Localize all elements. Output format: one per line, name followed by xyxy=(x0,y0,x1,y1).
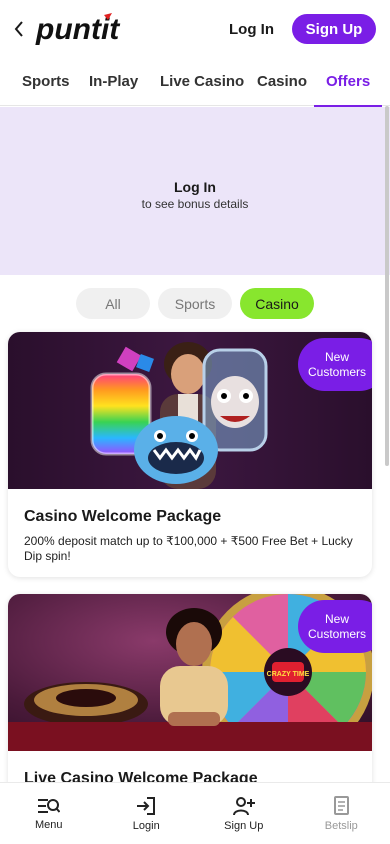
login-prompt-banner[interactable]: Log In to see bonus details xyxy=(0,107,390,275)
offer-description: 200% deposit match up to ₹100,000 + ₹500… xyxy=(24,534,353,563)
puntit-logo: puntit xyxy=(35,13,121,46)
badge-line-2: Customers xyxy=(307,364,366,379)
tab-in-play[interactable]: In-Play xyxy=(89,58,138,106)
scrollbar-thumb[interactable] xyxy=(385,106,389,466)
bottom-nav-signup[interactable]: Sign Up xyxy=(195,783,293,844)
offer-image-live-casino: CRAZY TIME New Customers xyxy=(8,594,372,751)
offer-card-live-casino-welcome[interactable]: CRAZY TIME New Customers Live Casino Wel… xyxy=(8,594,372,794)
tab-offers[interactable]: Offers xyxy=(313,58,383,107)
login-prompt-subtitle: to see bonus details xyxy=(141,197,249,211)
betslip-icon xyxy=(334,795,350,815)
bottom-nav-label: Menu xyxy=(34,818,63,831)
app-header: puntit Log In Sign Up xyxy=(0,0,390,58)
bottom-nav-label: Login xyxy=(132,819,160,832)
offer-image-casino: New Customers xyxy=(8,332,372,489)
tab-casino[interactable]: Casino xyxy=(257,58,307,106)
filter-chip-casino[interactable]: Casino xyxy=(240,288,314,319)
tab-sports[interactable]: Sports xyxy=(22,58,70,106)
offer-filter-chips: All Sports Casino xyxy=(0,288,390,319)
bottom-nav-login[interactable]: Login xyxy=(98,783,196,844)
bottom-nav-betslip[interactable]: Betslip xyxy=(293,783,390,844)
tab-live-casino[interactable]: Live Casino xyxy=(160,58,244,106)
filter-chip-all[interactable]: All xyxy=(76,288,150,319)
login-prompt-title: Log In xyxy=(174,179,216,195)
bottom-nav-label: Betslip xyxy=(324,819,358,832)
wheel-text: CRAZY TIME xyxy=(267,671,310,678)
badge-line-2: Customers xyxy=(307,626,366,641)
brand-logo[interactable]: puntit xyxy=(34,9,146,49)
bottom-navigation-bar: Menu Login Sign Up Betslip xyxy=(0,782,390,844)
new-customers-badge: New Customers xyxy=(298,338,372,391)
login-icon xyxy=(137,796,156,815)
header-signup-button[interactable]: Sign Up xyxy=(292,14,376,44)
filter-chip-sports[interactable]: Sports xyxy=(158,288,232,319)
offer-title: Casino Welcome Package xyxy=(24,508,222,525)
offer-card-casino-welcome[interactable]: New Customers Casino Welcome Package 200… xyxy=(8,332,372,577)
badge-line-1: New xyxy=(324,611,349,626)
main-nav-tabs: Sports In-Play Live Casino Casino Offers xyxy=(0,58,390,107)
new-customers-badge: New Customers xyxy=(298,600,372,653)
page-scrollbar[interactable] xyxy=(384,106,390,466)
add-user-icon xyxy=(232,796,255,815)
back-button[interactable] xyxy=(10,14,28,44)
menu-search-icon xyxy=(37,798,60,813)
header-login-link[interactable]: Log In xyxy=(229,21,274,38)
bottom-nav-label: Sign Up xyxy=(224,819,264,832)
chevron-left-icon xyxy=(14,21,23,37)
badge-line-1: New xyxy=(324,349,349,364)
bottom-nav-menu[interactable]: Menu xyxy=(0,783,98,844)
